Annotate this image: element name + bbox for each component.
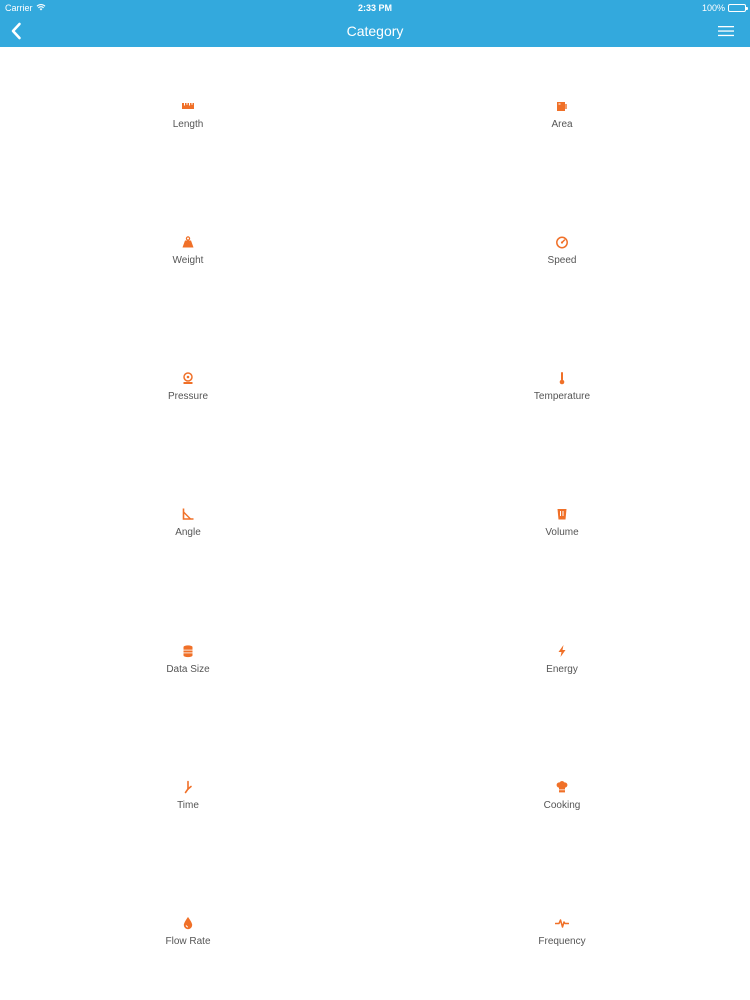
- category-weight[interactable]: Weight: [98, 234, 278, 304]
- category-label: Data Size: [166, 664, 210, 675]
- pressure-gauge-icon: [180, 370, 196, 386]
- status-time: 2:33 PM: [357, 3, 392, 13]
- category-label: Cooking: [543, 800, 581, 811]
- page-title: Category: [346, 23, 404, 39]
- hamburger-menu-icon: [718, 26, 734, 37]
- category-grid: Length Area Weight Speed Pressure Temper…: [0, 47, 750, 1000]
- category-data-size[interactable]: Data Size: [98, 643, 278, 713]
- category-label: Energy: [546, 664, 578, 675]
- category-label: Speed: [547, 255, 577, 266]
- category-speed[interactable]: Speed: [472, 234, 652, 304]
- battery-percent: 100%: [701, 3, 725, 13]
- category-label: Frequency: [538, 936, 586, 947]
- category-label: Time: [177, 800, 199, 811]
- category-label: Pressure: [167, 391, 208, 402]
- category-label: Angle: [175, 527, 201, 538]
- category-length[interactable]: Length: [98, 98, 278, 168]
- droplet-icon: [180, 915, 196, 931]
- chef-hat-icon: [554, 779, 570, 795]
- category-label: Temperature: [533, 391, 591, 402]
- category-angle[interactable]: Angle: [98, 506, 278, 576]
- speedometer-icon: [554, 234, 570, 250]
- category-time[interactable]: Time: [98, 779, 278, 849]
- pulse-wave-icon: [554, 915, 570, 931]
- weight-icon: [180, 234, 196, 250]
- category-label: Flow Rate: [165, 936, 211, 947]
- category-frequency[interactable]: Frequency: [472, 915, 652, 985]
- category-label: Length: [172, 119, 204, 130]
- navigation-bar: Category: [0, 16, 750, 47]
- database-icon: [180, 643, 196, 659]
- category-energy[interactable]: Energy: [472, 643, 652, 713]
- category-volume[interactable]: Volume: [472, 506, 652, 576]
- category-label: Weight: [172, 255, 204, 266]
- battery-indicator: 100%: [701, 0, 748, 16]
- status-bar: Carrier 2:33 PM 100%: [0, 0, 750, 16]
- category-flow-rate[interactable]: Flow Rate: [98, 915, 278, 985]
- volume-icon: [554, 506, 570, 522]
- angle-icon: [180, 506, 196, 522]
- ruler-icon: [180, 98, 196, 114]
- battery-icon: [728, 4, 748, 12]
- category-label: Area: [551, 119, 573, 130]
- area-icon: [554, 98, 570, 114]
- clock-hand-icon: [180, 779, 196, 795]
- lightning-icon: [554, 643, 570, 659]
- category-temperature[interactable]: Temperature: [472, 370, 652, 440]
- category-pressure[interactable]: Pressure: [98, 370, 278, 440]
- top-bar: Carrier 2:33 PM 100% Category: [0, 0, 750, 47]
- category-area[interactable]: Area: [472, 98, 652, 168]
- category-label: Volume: [545, 527, 579, 538]
- thermometer-icon: [554, 370, 570, 386]
- menu-button[interactable]: [716, 22, 736, 40]
- category-cooking[interactable]: Cooking: [472, 779, 652, 849]
